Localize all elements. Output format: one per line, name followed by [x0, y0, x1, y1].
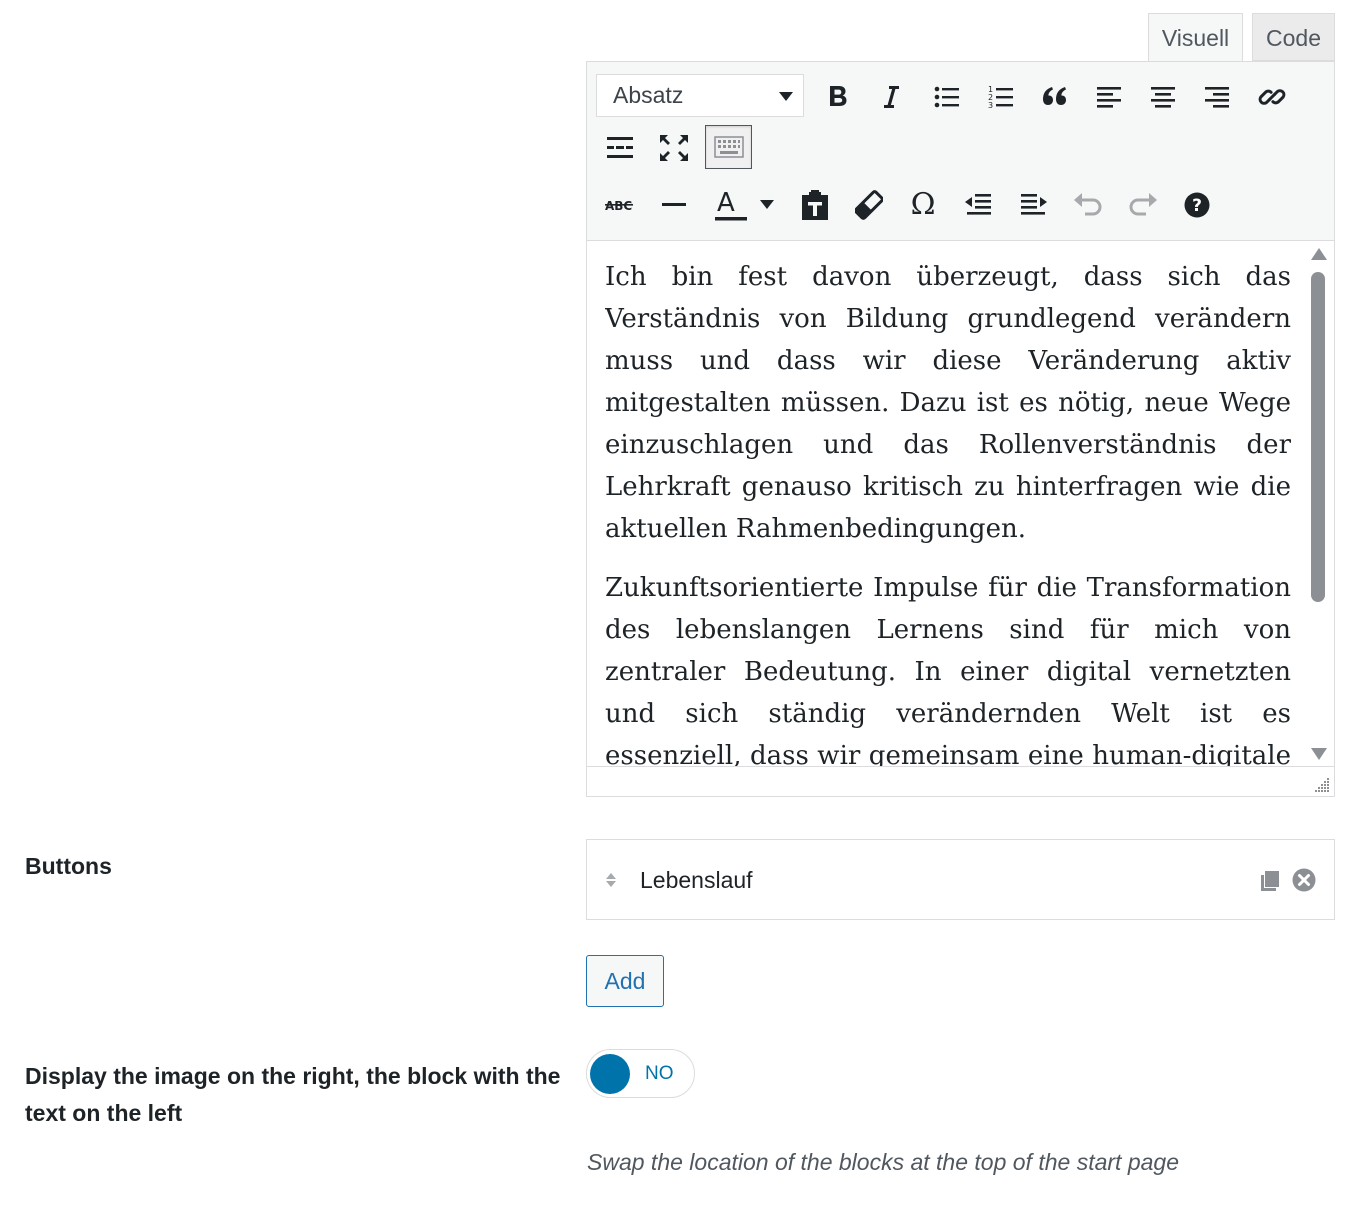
content-paragraph: Ich bin fest davon überzeugt, dass sich … — [605, 262, 1291, 544]
sort-handle-icon[interactable] — [605, 872, 617, 888]
toggle-knob — [590, 1054, 630, 1094]
toolbar-toggle-icon[interactable] — [705, 125, 752, 169]
svg-text:ABC: ABC — [605, 199, 632, 213]
blockquote-icon[interactable] — [1033, 75, 1077, 119]
outdent-icon[interactable] — [956, 183, 1000, 227]
resize-handle-icon[interactable] — [1314, 777, 1330, 793]
align-right-icon[interactable] — [1195, 75, 1239, 119]
paste-text-icon[interactable] — [793, 183, 837, 227]
button-repeater-item[interactable]: Lebenslauf — [586, 839, 1335, 920]
add-button[interactable]: Add — [586, 955, 664, 1007]
content-paragraph: Zukunftsorientierte Impulse für die Tran… — [605, 573, 1291, 766]
undo-icon[interactable] — [1066, 183, 1110, 227]
scrollbar-thumb[interactable] — [1311, 272, 1325, 602]
editor-toolbar: Absatz 123 ABC A Ω ? — [587, 62, 1334, 241]
repeater-item-title: Lebenslauf — [640, 867, 753, 893]
special-character-icon[interactable]: Ω — [901, 183, 945, 227]
align-left-icon[interactable] — [1087, 75, 1131, 119]
read-more-icon[interactable] — [598, 126, 642, 170]
toggle-state-text: NO — [645, 1063, 674, 1084]
link-icon[interactable] — [1250, 75, 1294, 119]
horizontal-line-icon[interactable] — [652, 183, 696, 227]
scroll-up-arrow-icon[interactable] — [1311, 248, 1327, 260]
clear-formatting-icon[interactable] — [847, 183, 891, 227]
scroll-down-arrow-icon[interactable] — [1311, 748, 1327, 760]
tab-code[interactable]: Code — [1252, 13, 1335, 61]
redo-icon[interactable] — [1121, 183, 1165, 227]
svg-text:3: 3 — [988, 101, 993, 110]
chevron-down-icon — [779, 92, 793, 101]
strikethrough-icon[interactable]: ABC — [597, 183, 641, 227]
buttons-field-label: Buttons — [25, 853, 112, 879]
bold-icon[interactable] — [816, 75, 860, 119]
swap-blocks-toggle[interactable]: NO — [586, 1049, 695, 1098]
indent-icon[interactable] — [1012, 183, 1056, 227]
editor-content[interactable]: Ich bin fest davon überzeugt, dass sich … — [605, 256, 1291, 766]
rich-text-editor: Absatz 123 ABC A Ω ? Ich bin fest davon … — [586, 61, 1335, 797]
display-field-label: Display the image on the right, the bloc… — [25, 1063, 561, 1126]
italic-icon[interactable] — [869, 75, 913, 119]
help-icon[interactable]: ? — [1175, 183, 1219, 227]
editor-statusbar — [587, 766, 1334, 797]
numbered-list-icon[interactable]: 123 — [979, 75, 1023, 119]
text-color-icon[interactable]: A — [707, 183, 751, 227]
fullscreen-icon[interactable] — [652, 126, 696, 170]
field-description: Swap the location of the blocks at the t… — [587, 1149, 1179, 1175]
bullet-list-icon[interactable] — [925, 75, 969, 119]
text-color-chevron-down-icon[interactable] — [749, 183, 785, 227]
format-select-value: Absatz — [613, 82, 684, 108]
svg-text:?: ? — [1192, 196, 1202, 216]
align-center-icon[interactable] — [1141, 75, 1185, 119]
paragraph-format-select[interactable]: Absatz — [596, 74, 804, 117]
copy-icon[interactable] — [1260, 870, 1280, 892]
tab-visual[interactable]: Visuell — [1148, 13, 1243, 61]
close-icon[interactable] — [1292, 868, 1316, 892]
svg-text:A: A — [717, 188, 735, 218]
editor-scrollbar[interactable] — [1305, 244, 1327, 768]
